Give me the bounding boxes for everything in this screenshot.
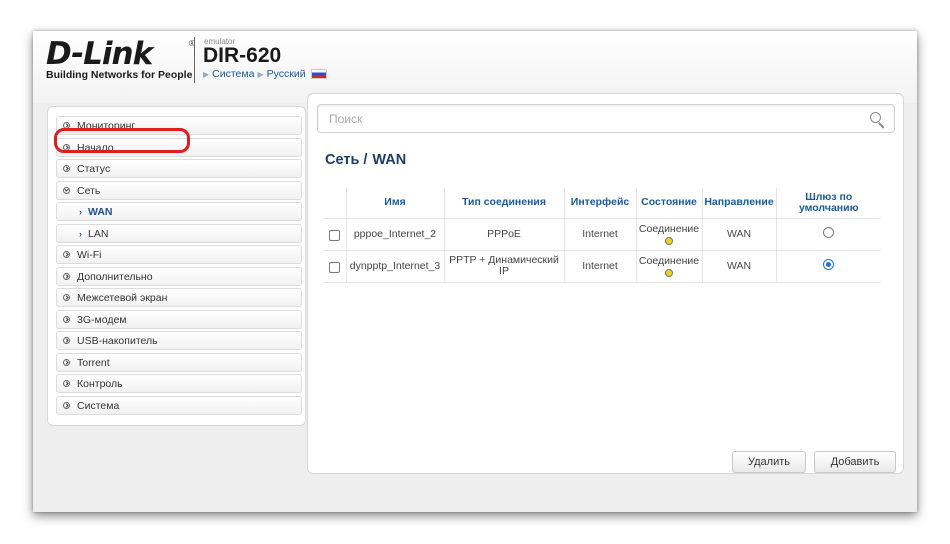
chevron-right-icon: › <box>79 228 82 239</box>
sidebar-item-label: 3G-модем <box>77 313 127 326</box>
sidebar-item-wan[interactable]: › WAN <box>56 202 302 221</box>
cell-default-gateway <box>775 249 881 283</box>
chevron-right-icon: › <box>79 206 82 217</box>
expand-icon <box>63 273 70 280</box>
sidebar-item-torrent[interactable]: Torrent <box>56 353 302 372</box>
select-column-header <box>324 188 346 218</box>
search-box <box>317 104 895 133</box>
dlink-logo: D-Link ® Building Networks for People <box>46 36 196 86</box>
page-title-section: Сеть <box>325 152 360 168</box>
expand-icon <box>63 359 70 366</box>
sidebar-menu: Мониторинг Начало Статус Сеть › WAN › LAN … <box>47 106 306 426</box>
column-header-state[interactable]: Состояние <box>635 188 702 218</box>
page-title-separator: / <box>363 152 368 168</box>
crumb-arrow-icon: ▶ <box>203 69 210 79</box>
row-checkbox[interactable] <box>329 262 341 273</box>
sidebar-item-3g-modem[interactable]: 3G-модем <box>56 310 302 329</box>
cell-interface: Internet <box>563 217 636 250</box>
sidebar-item-label: Torrent <box>77 356 110 369</box>
column-header-default-gateway[interactable]: Шлюз по умолчанию <box>775 188 881 218</box>
default-gateway-radio[interactable] <box>823 227 835 238</box>
expand-icon <box>63 402 70 409</box>
delete-button[interactable]: Удалить <box>732 451 806 473</box>
sidebar-item-label: Wi-Fi <box>77 248 102 261</box>
page-title-page: WAN <box>372 152 407 168</box>
sidebar-item-control[interactable]: Контроль <box>56 374 302 393</box>
sidebar-item-advanced[interactable]: Дополнительно <box>56 267 302 286</box>
device-model: DIR-620 <box>203 44 282 67</box>
router-web-ui-window: D-Link ® Building Networks for People em… <box>33 31 917 512</box>
sidebar-item-firewall[interactable]: Межсетевой экран <box>56 288 302 307</box>
cell-name: pppoe_Internet_2 <box>345 217 444 250</box>
logo-tagline: Building Networks for People <box>46 69 193 81</box>
cell-type: PPTP + Динамический IP <box>443 249 564 283</box>
sidebar-item-status[interactable]: Статус <box>56 159 302 178</box>
search-icon[interactable] <box>870 112 881 123</box>
russian-flag-icon[interactable] <box>310 69 327 79</box>
sidebar-item-label: Система <box>77 399 120 412</box>
collapse-icon <box>63 187 70 194</box>
page-title: Сеть / WAN <box>325 152 406 168</box>
expand-icon <box>63 165 70 172</box>
sidebar-item-system[interactable]: Система <box>56 396 302 415</box>
column-header-name[interactable]: Имя <box>345 188 444 218</box>
add-button[interactable]: Добавить <box>814 451 896 473</box>
sidebar-item-label: Дополнительно <box>77 270 153 283</box>
table-row[interactable]: pppoe_Internet_2 PPPoE Internet Соединен… <box>324 217 881 250</box>
table-row[interactable]: dynpptp_Internet_3 PPTP + Динамический I… <box>324 249 881 283</box>
status-dot-icon <box>665 236 673 245</box>
cell-direction: WAN <box>701 249 776 283</box>
wan-connections-table: Имя Тип соединения Интерфейс Состояние Н… <box>324 188 881 283</box>
sidebar-item-usb-storage[interactable]: USB-накопитель <box>56 331 302 350</box>
cell-default-gateway <box>775 217 881 250</box>
wan-highlight-annotation <box>54 128 190 153</box>
header-divider <box>194 37 195 83</box>
expand-icon <box>63 251 70 258</box>
state-text: Соединение <box>638 254 700 267</box>
sidebar-item-wifi[interactable]: Wi-Fi <box>56 245 302 264</box>
logo-wordmark: D-Link <box>46 36 153 72</box>
state-text: Соединение <box>638 222 700 235</box>
expand-icon <box>63 380 70 387</box>
expand-icon <box>63 337 70 344</box>
sidebar-item-label: Контроль <box>77 377 123 390</box>
row-select-cell <box>324 249 346 283</box>
row-checkbox[interactable] <box>329 230 341 241</box>
sidebar-item-label: WAN <box>88 205 113 218</box>
sidebar-item-label: Межсетевой экран <box>77 291 168 304</box>
cell-state: Соединение <box>635 249 702 283</box>
expand-icon <box>63 316 70 323</box>
default-gateway-radio[interactable] <box>823 259 835 270</box>
language-selector[interactable]: Русский <box>267 68 306 80</box>
cell-interface: Internet <box>563 249 636 283</box>
cell-name: dynpptp_Internet_3 <box>345 249 444 283</box>
column-header-type[interactable]: Тип соединения <box>443 188 564 218</box>
column-header-interface[interactable]: Интерфейс <box>563 188 636 218</box>
crumb-system-link[interactable]: Система <box>212 68 254 80</box>
crumb-arrow-icon: ▶ <box>257 69 264 79</box>
search-input[interactable] <box>318 105 848 132</box>
column-header-direction[interactable]: Направление <box>701 188 776 218</box>
sidebar-item-network[interactable]: Сеть <box>56 181 302 200</box>
sidebar-item-lan[interactable]: › LAN <box>56 224 302 243</box>
status-dot-icon <box>665 268 673 277</box>
main-content-panel: Сеть/WAN Имя Тип соединения Интерфейс Со… <box>307 93 904 474</box>
cell-state: Соединение <box>635 217 702 250</box>
breadcrumb: ▶ Система ▶ Русский <box>203 68 327 80</box>
cell-type: PPPoE <box>443 217 564 250</box>
sidebar-item-label: LAN <box>88 227 109 240</box>
table-header-row: Имя Тип соединения Интерфейс Состояние Н… <box>324 188 881 218</box>
sidebar-item-label: Сеть <box>77 184 101 197</box>
sidebar-item-label: Статус <box>77 162 111 175</box>
row-select-cell <box>324 217 346 250</box>
sidebar-item-label: USB-накопитель <box>77 334 158 347</box>
expand-icon <box>63 294 70 301</box>
cell-direction: WAN <box>701 217 776 250</box>
